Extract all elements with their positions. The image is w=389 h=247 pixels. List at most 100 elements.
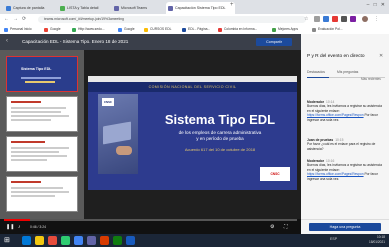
bookmark-item[interactable]: CURSOS EDL <box>144 26 171 33</box>
address-bar[interactable]: teams.microsoft.com/_#/l/meetup-join/19%… <box>38 16 306 23</box>
tab-favicon <box>114 6 119 11</box>
windows-start-icon[interactable]: ⊞ <box>4 236 10 245</box>
tab-featured[interactable]: Destacados <box>307 70 325 74</box>
browser-tab-active[interactable]: Capacitación Sistema Tipo EDL <box>166 2 235 14</box>
browser-tab[interactable]: Captura de pantalla <box>4 2 65 14</box>
taskbar-app-icon[interactable] <box>22 236 31 245</box>
slide-thumbnails[interactable]: Sistema Tipo EDL <box>0 50 84 219</box>
extension-icon[interactable] <box>341 16 347 22</box>
thumbnail-line <box>11 101 41 103</box>
tab-label: Capacitación Sistema Tipo EDL <box>175 6 226 10</box>
bookmark-item[interactable]: Colombia en Informa... <box>218 26 257 33</box>
bookmark-icon <box>182 27 186 32</box>
ask-question-button[interactable]: Haga una pregunta <box>309 223 381 231</box>
qa-panel: P y R del evento en directo ✕ Destacados… <box>301 34 389 235</box>
tab-my-questions[interactable]: Mis preguntas <box>337 70 358 74</box>
fullscreen-icon[interactable]: ⛶ <box>284 224 288 230</box>
slide-banner: COMISIÓN NACIONAL DEL SERVICIO CIVIL <box>88 82 297 92</box>
qa-message: Moderador 10:14 Buenos días, les invitamo… <box>307 100 383 122</box>
message-time: 10:15 <box>335 138 344 142</box>
taskbar-app-icon[interactable] <box>87 236 96 245</box>
thumbnail-line <box>11 187 63 189</box>
thumbnail-line <box>11 141 45 143</box>
tray-language[interactable]: ESP <box>330 237 337 241</box>
thumbnail-title: Sistema Tipo EDL <box>21 67 52 71</box>
slide-thumbnail[interactable] <box>6 96 78 132</box>
taskbar-app-icon[interactable] <box>48 236 57 245</box>
bookmark-label: Google <box>124 27 135 31</box>
new-tab-icon[interactable]: + <box>230 2 234 8</box>
star-icon[interactable]: ☆ <box>304 16 308 23</box>
back-arrow-icon[interactable]: ‹ <box>6 38 8 44</box>
player-controls: ❚❚ ♪ 0:46 / 3:24 ⚙ ⛶ <box>0 219 301 234</box>
taskbar-app-icon[interactable] <box>35 236 44 245</box>
back-icon[interactable]: ← <box>4 16 9 23</box>
slide-thumbnail[interactable] <box>6 176 78 212</box>
message-link[interactable]: https://forms.office.com/Pages/Respon <box>307 113 364 117</box>
thumbnail-line <box>11 111 61 113</box>
hand-shape <box>116 146 132 155</box>
taskbar-app-icon[interactable] <box>61 236 70 245</box>
extension-icon[interactable] <box>332 16 338 22</box>
browser-tab-bar: Captura de pantalla LISTA y Tabla detail… <box>0 0 389 14</box>
taskbar-app-icon[interactable] <box>100 236 109 245</box>
browser-tab[interactable]: LISTA y Tabla detail <box>58 2 119 14</box>
bookmark-item[interactable]: EDL - Página... <box>182 26 210 33</box>
clock-date: 18/01/2021 <box>369 240 385 244</box>
thumbnail-line <box>11 107 66 109</box>
minimize-icon[interactable]: – <box>367 2 370 8</box>
qa-message: Juan de pruebas 10:15 Por favor ¿cuál es … <box>307 138 383 151</box>
taskbar-clock[interactable]: 10:18 18/01/2021 <box>369 235 385 245</box>
tab-label: Microsoft Teams <box>121 6 148 10</box>
message-time: 10:16 <box>326 159 335 163</box>
slide-thumbnail[interactable] <box>6 136 78 172</box>
meeting-title: Capacitación EDL - Sistema Tipo. Enero 1… <box>22 39 129 44</box>
forward-icon[interactable]: → <box>13 16 18 23</box>
bookmark-item[interactable]: Mejores Apps <box>272 26 298 33</box>
close-window-icon[interactable]: ✕ <box>381 2 385 8</box>
bookmark-label: Google <box>50 27 61 31</box>
play-pause-icon[interactable]: ❚❚ <box>6 224 14 230</box>
taskbar-app-icon[interactable] <box>126 236 135 245</box>
sort-dropdown[interactable]: Más recientes <box>361 77 381 81</box>
slide-thumbnail[interactable]: Sistema Tipo EDL <box>6 56 78 92</box>
share-button[interactable]: Compartir <box>256 38 292 46</box>
progress-bar[interactable] <box>4 219 297 221</box>
bookmark-item[interactable]: Personal Inicio <box>4 26 32 33</box>
bookmark-icon <box>72 27 76 32</box>
laptop-shape <box>103 121 131 145</box>
taskbar-app-icon[interactable] <box>74 236 83 245</box>
browser-tab[interactable]: Microsoft Teams <box>112 2 173 14</box>
avatar[interactable] <box>362 16 368 22</box>
message-text: Por favor ¿cuál es el enlace para el reg… <box>307 142 376 151</box>
panel-footer: Haga una pregunta <box>301 219 389 235</box>
settings-icon[interactable]: ⚙ <box>270 224 274 230</box>
extension-icon[interactable] <box>323 16 329 22</box>
thumbnail-line <box>11 147 69 149</box>
slide-subtitle-line: y en período de prueba <box>196 136 244 141</box>
bookmark-icon <box>312 27 316 32</box>
volume-icon[interactable]: ♪ <box>18 224 21 230</box>
message-link[interactable]: https://forms.office.com/Pages/Respon <box>307 172 364 176</box>
menu-icon[interactable]: ⋮ <box>374 16 379 23</box>
tab-favicon <box>168 6 173 11</box>
bookmark-item[interactable]: Http://www.sedu... <box>72 26 105 33</box>
message-author: Moderador <box>307 159 325 163</box>
meeting-header: ‹ Capacitación EDL - Sistema Tipo. Enero… <box>0 34 301 50</box>
extension-icon[interactable] <box>350 16 356 22</box>
reload-icon[interactable]: ⟳ <box>22 16 26 23</box>
maximize-icon[interactable]: □ <box>374 2 377 8</box>
panel-title: P y R del evento en directo <box>307 54 365 59</box>
teams-live-event: ‹ Capacitación EDL - Sistema Tipo. Enero… <box>0 34 389 235</box>
bookmark-item[interactable]: Google <box>118 26 135 33</box>
presentation-slide: COMISIÓN NACIONAL DEL SERVICIO CIVIL CNS… <box>88 76 297 190</box>
progress-fill <box>4 219 31 221</box>
extension-icon[interactable] <box>314 16 320 22</box>
bookmark-item[interactable]: Google <box>44 26 61 33</box>
bookmark-item[interactable]: Evaluación Pol... <box>312 26 343 33</box>
tab-favicon <box>60 6 65 11</box>
close-icon[interactable]: ✕ <box>379 53 383 59</box>
window-controls: – □ ✕ <box>367 2 385 8</box>
bookmark-icon <box>144 27 148 32</box>
taskbar-app-icon[interactable] <box>113 236 122 245</box>
